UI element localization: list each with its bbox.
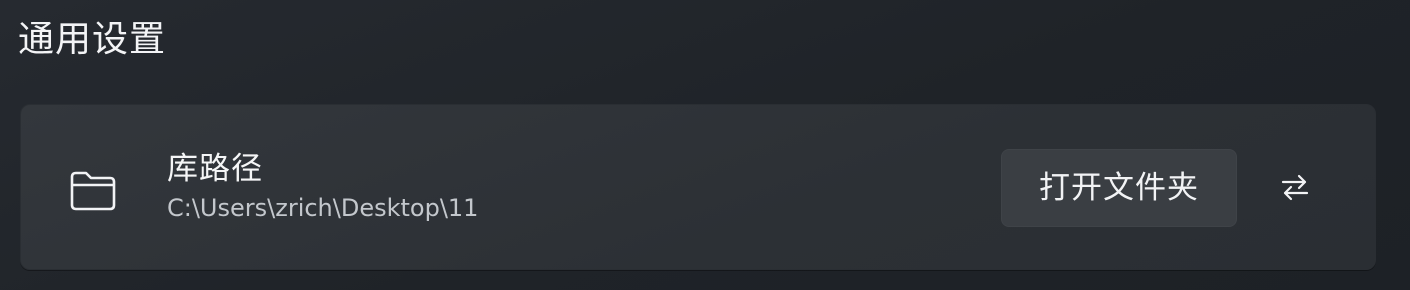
open-folder-button[interactable]: 打开文件夹	[1001, 149, 1237, 227]
library-path-card: 库路径 C:\Users\zrich\Desktop\11 打开文件夹	[20, 104, 1376, 270]
swap-arrows-icon	[1279, 171, 1311, 207]
library-path-value: C:\Users\zrich\Desktop\11	[167, 194, 479, 222]
section-title: 通用设置	[18, 19, 167, 60]
change-path-button[interactable]	[1267, 161, 1323, 217]
library-path-text: 库路径 C:\Users\zrich\Desktop\11	[167, 149, 478, 225]
library-path-title: 库路径	[167, 151, 263, 187]
folder-icon	[67, 167, 119, 213]
